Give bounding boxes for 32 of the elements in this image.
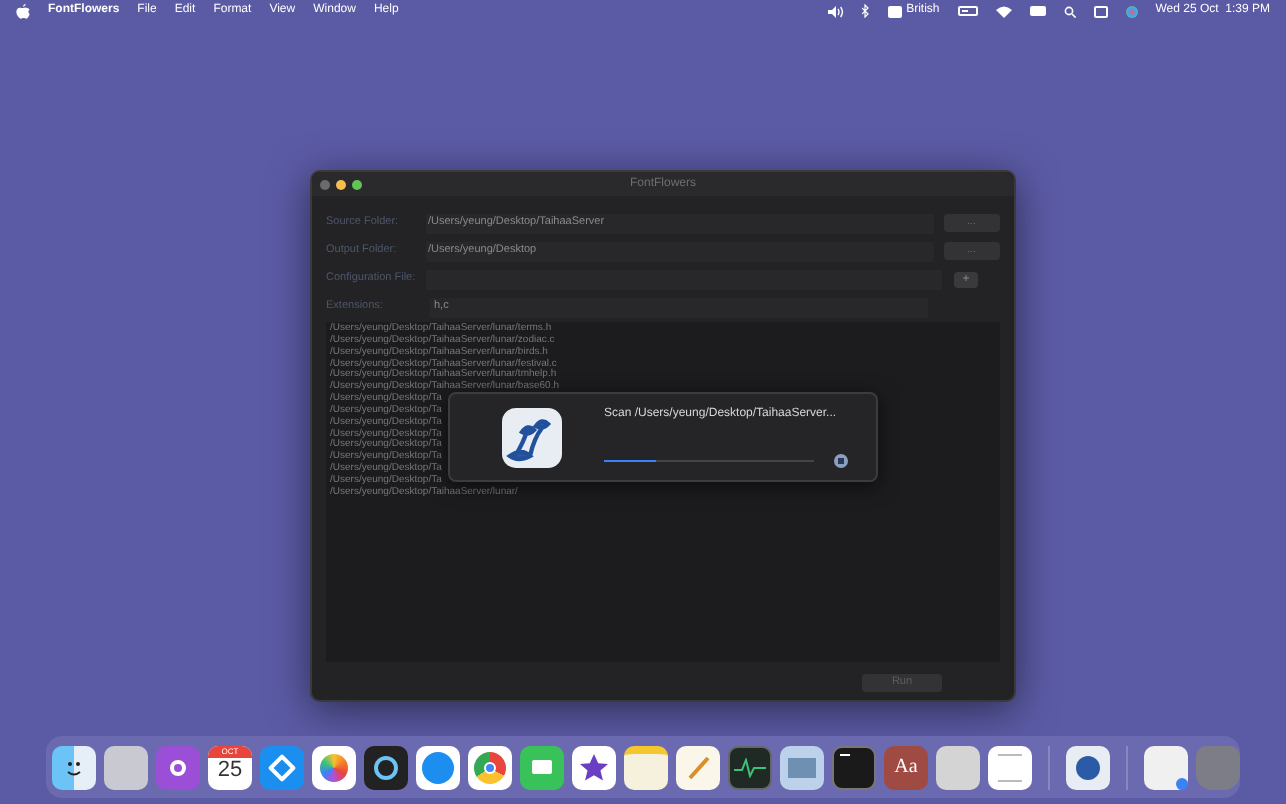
activity-monitor-icon[interactable]	[728, 745, 772, 789]
calendar-day: 25	[217, 757, 243, 783]
bluetooth-icon[interactable]	[862, 4, 871, 18]
podcasts-icon[interactable]	[156, 745, 200, 789]
preview-icon[interactable]	[780, 745, 824, 789]
dictionary-glyph: Aa	[894, 754, 918, 782]
chrome-icon[interactable]	[468, 745, 512, 789]
display-icon[interactable]	[1029, 6, 1046, 16]
star-app-icon[interactable]	[572, 745, 616, 789]
volume-icon[interactable]	[828, 5, 845, 17]
text-editor-icon[interactable]	[988, 745, 1032, 789]
battery-icon[interactable]	[957, 6, 978, 16]
app-icon[interactable]	[1066, 745, 1110, 789]
search-icon[interactable]	[1063, 5, 1076, 17]
siri-icon[interactable]	[1125, 5, 1138, 17]
control-center-icon[interactable]	[1093, 5, 1108, 17]
facetime-icon[interactable]	[520, 745, 564, 789]
zoom-button[interactable]	[352, 179, 362, 189]
close-button[interactable]	[320, 179, 330, 189]
finder-icon[interactable]	[52, 745, 96, 789]
minimize-button[interactable]	[336, 179, 346, 189]
document-stack-icon[interactable]	[1144, 745, 1188, 789]
app-icon	[502, 407, 562, 467]
photos-icon[interactable]	[312, 745, 356, 789]
apple-logo-icon[interactable]	[16, 3, 30, 19]
quicktime-icon[interactable]	[364, 745, 408, 789]
notes-icon[interactable]	[624, 745, 668, 789]
stop-icon[interactable]	[834, 454, 848, 468]
dictionary-icon[interactable]: Aa	[884, 745, 928, 789]
wifi-icon[interactable]	[995, 5, 1012, 17]
terminal-icon[interactable]	[832, 745, 876, 789]
pen-app-icon[interactable]	[676, 745, 720, 789]
